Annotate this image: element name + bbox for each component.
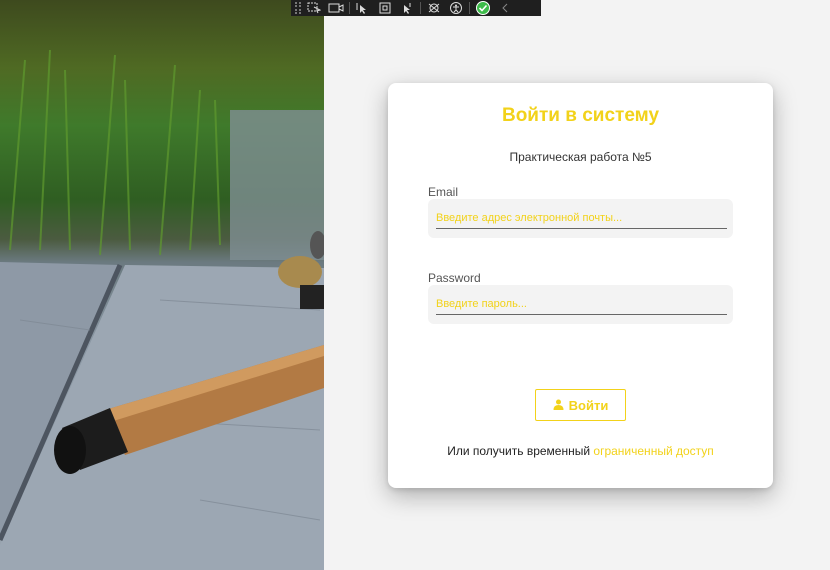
footer-prefix: Или получить временный — [447, 444, 591, 458]
email-field-container — [428, 199, 733, 238]
password-label: Password — [428, 271, 481, 285]
login-button-label: Войти — [568, 397, 609, 413]
drag-grip-icon[interactable] — [295, 2, 301, 14]
email-label: Email — [428, 185, 459, 199]
accessibility-icon[interactable] — [447, 1, 465, 15]
background-photo — [0, 0, 324, 570]
email-field[interactable] — [436, 207, 727, 229]
password-field-container — [428, 285, 733, 324]
frame-icon[interactable] — [376, 1, 394, 15]
login-button[interactable]: Войти — [535, 389, 626, 421]
user-icon — [553, 398, 564, 413]
pointer-refresh-icon[interactable] — [398, 1, 416, 15]
login-card: Войти в систему Практическая работа №5 E… — [388, 83, 773, 488]
ruler-icon[interactable] — [425, 1, 443, 15]
login-title: Войти в систему — [501, 105, 660, 126]
login-subtitle: Практическая работа №5 — [509, 150, 652, 164]
collapse-chevron-icon[interactable] — [496, 1, 514, 15]
toolbar-separator — [349, 2, 350, 14]
footer-text: Или получить временный ограниченный дост… — [388, 444, 773, 458]
password-field[interactable] — [436, 293, 727, 315]
select-element-icon[interactable] — [305, 1, 323, 15]
toolbar-separator — [420, 2, 421, 14]
limited-access-link[interactable]: ограниченный доступ — [593, 444, 713, 458]
pointer-icon[interactable] — [354, 1, 372, 15]
debug-toolbar — [291, 0, 541, 16]
toolbar-separator — [469, 2, 470, 14]
video-icon[interactable] — [327, 1, 345, 15]
check-icon[interactable] — [474, 1, 492, 15]
